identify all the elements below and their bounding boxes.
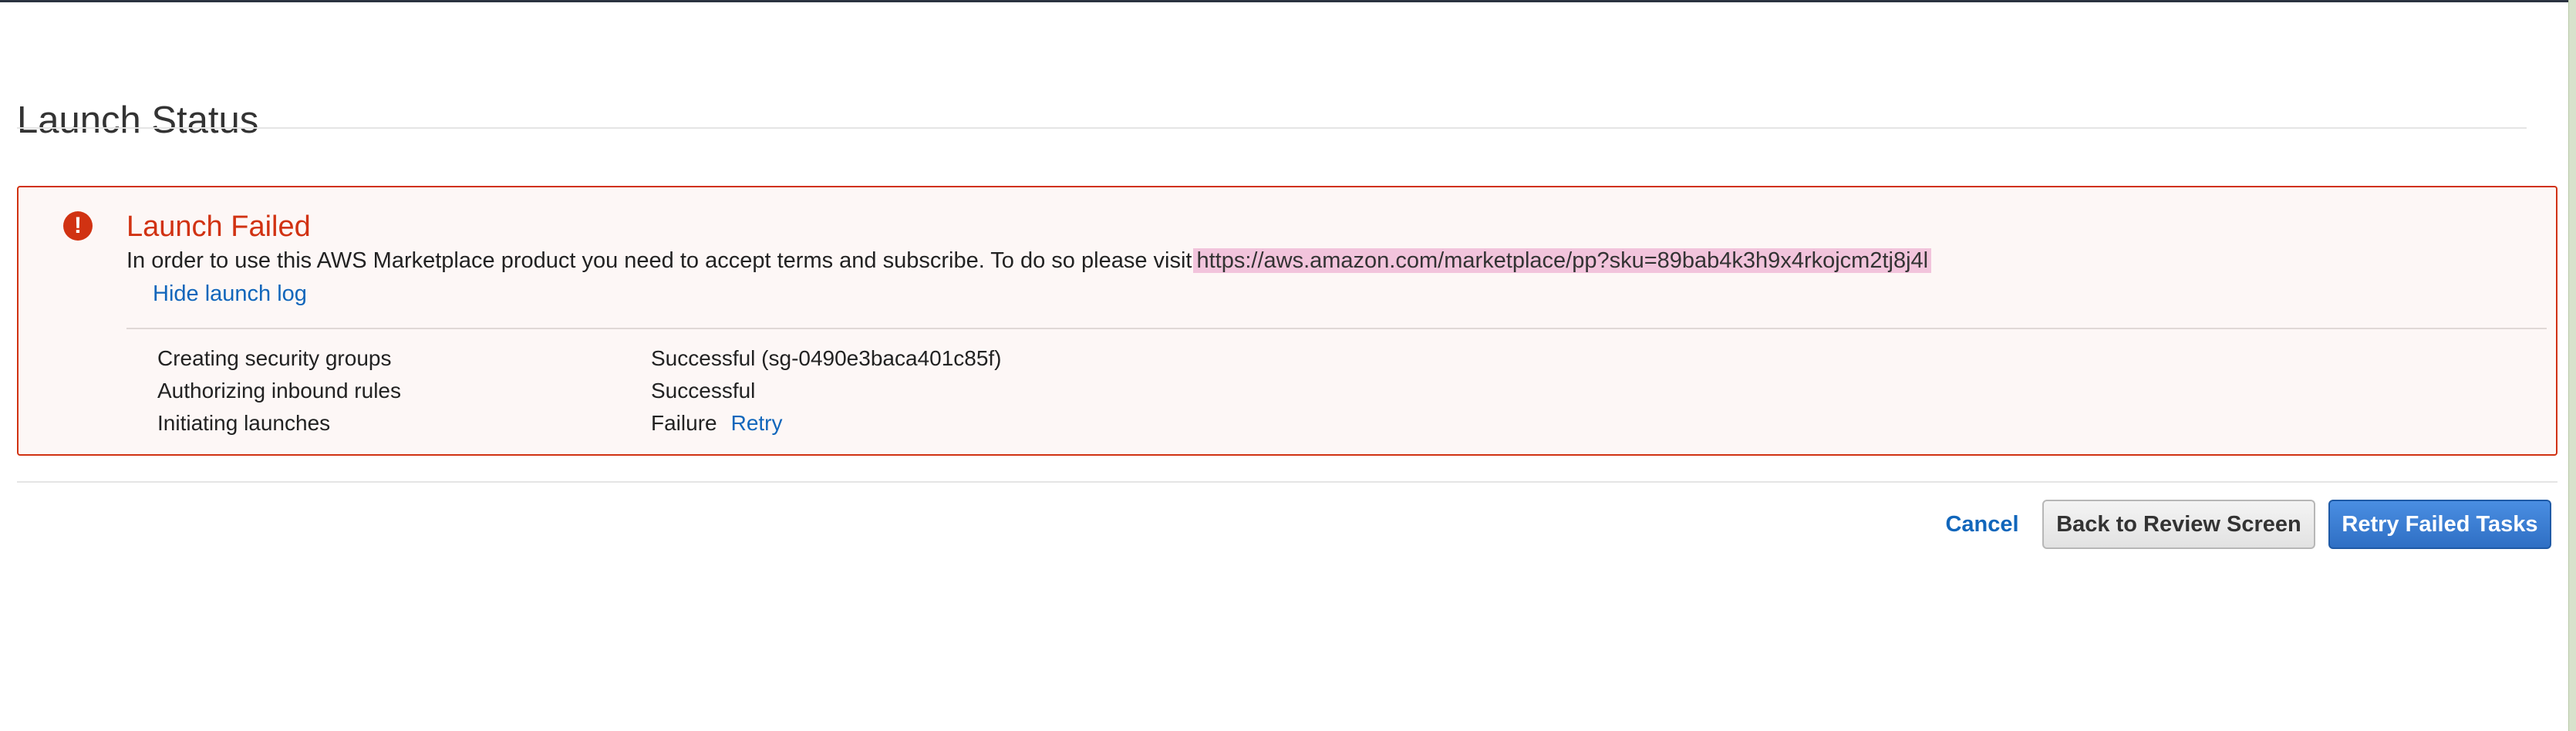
alert-title: Launch Failed <box>126 211 311 243</box>
log-row: Initiating launches Failure Retry <box>19 407 2556 440</box>
top-border-bar <box>0 0 2576 2</box>
hide-launch-log-link[interactable]: Hide launch log <box>153 278 307 310</box>
page-title: Launch Status <box>17 99 259 141</box>
log-status-with-action: Failure Retry <box>651 407 783 440</box>
back-to-review-button[interactable]: Back to Review Screen <box>2042 500 2315 549</box>
log-label: Authorizing inbound rules <box>157 379 401 403</box>
log-divider <box>126 328 2547 329</box>
log-row: Authorizing inbound rules Successful <box>19 375 2556 407</box>
log-status: Failure <box>651 411 717 435</box>
log-status: Successful <box>651 379 756 403</box>
alert-message-text: In order to use this AWS Marketplace pro… <box>126 248 1192 273</box>
launch-failed-alert: ! Launch Failed In order to use this AWS… <box>17 186 2557 456</box>
log-status: Successful (sg-0490e3baca401c85f) <box>651 346 1002 370</box>
footer-divider <box>17 481 2557 483</box>
log-label: Initiating launches <box>157 411 331 435</box>
scrollbar-gutter[interactable] <box>2568 0 2576 731</box>
cancel-button[interactable]: Cancel <box>1936 500 2028 549</box>
exclamation-circle-icon: ! <box>63 211 93 241</box>
retry-link[interactable]: Retry <box>731 411 783 435</box>
alert-message: In order to use this AWS Marketplace pro… <box>126 244 1932 277</box>
title-divider <box>17 127 2527 129</box>
log-label: Creating security groups <box>157 346 392 370</box>
log-row: Creating security groups Successful (sg-… <box>19 342 2556 375</box>
retry-failed-tasks-button[interactable]: Retry Failed Tasks <box>2328 500 2551 549</box>
marketplace-link[interactable]: https://aws.amazon.com/marketplace/pp?sk… <box>1193 248 1932 273</box>
